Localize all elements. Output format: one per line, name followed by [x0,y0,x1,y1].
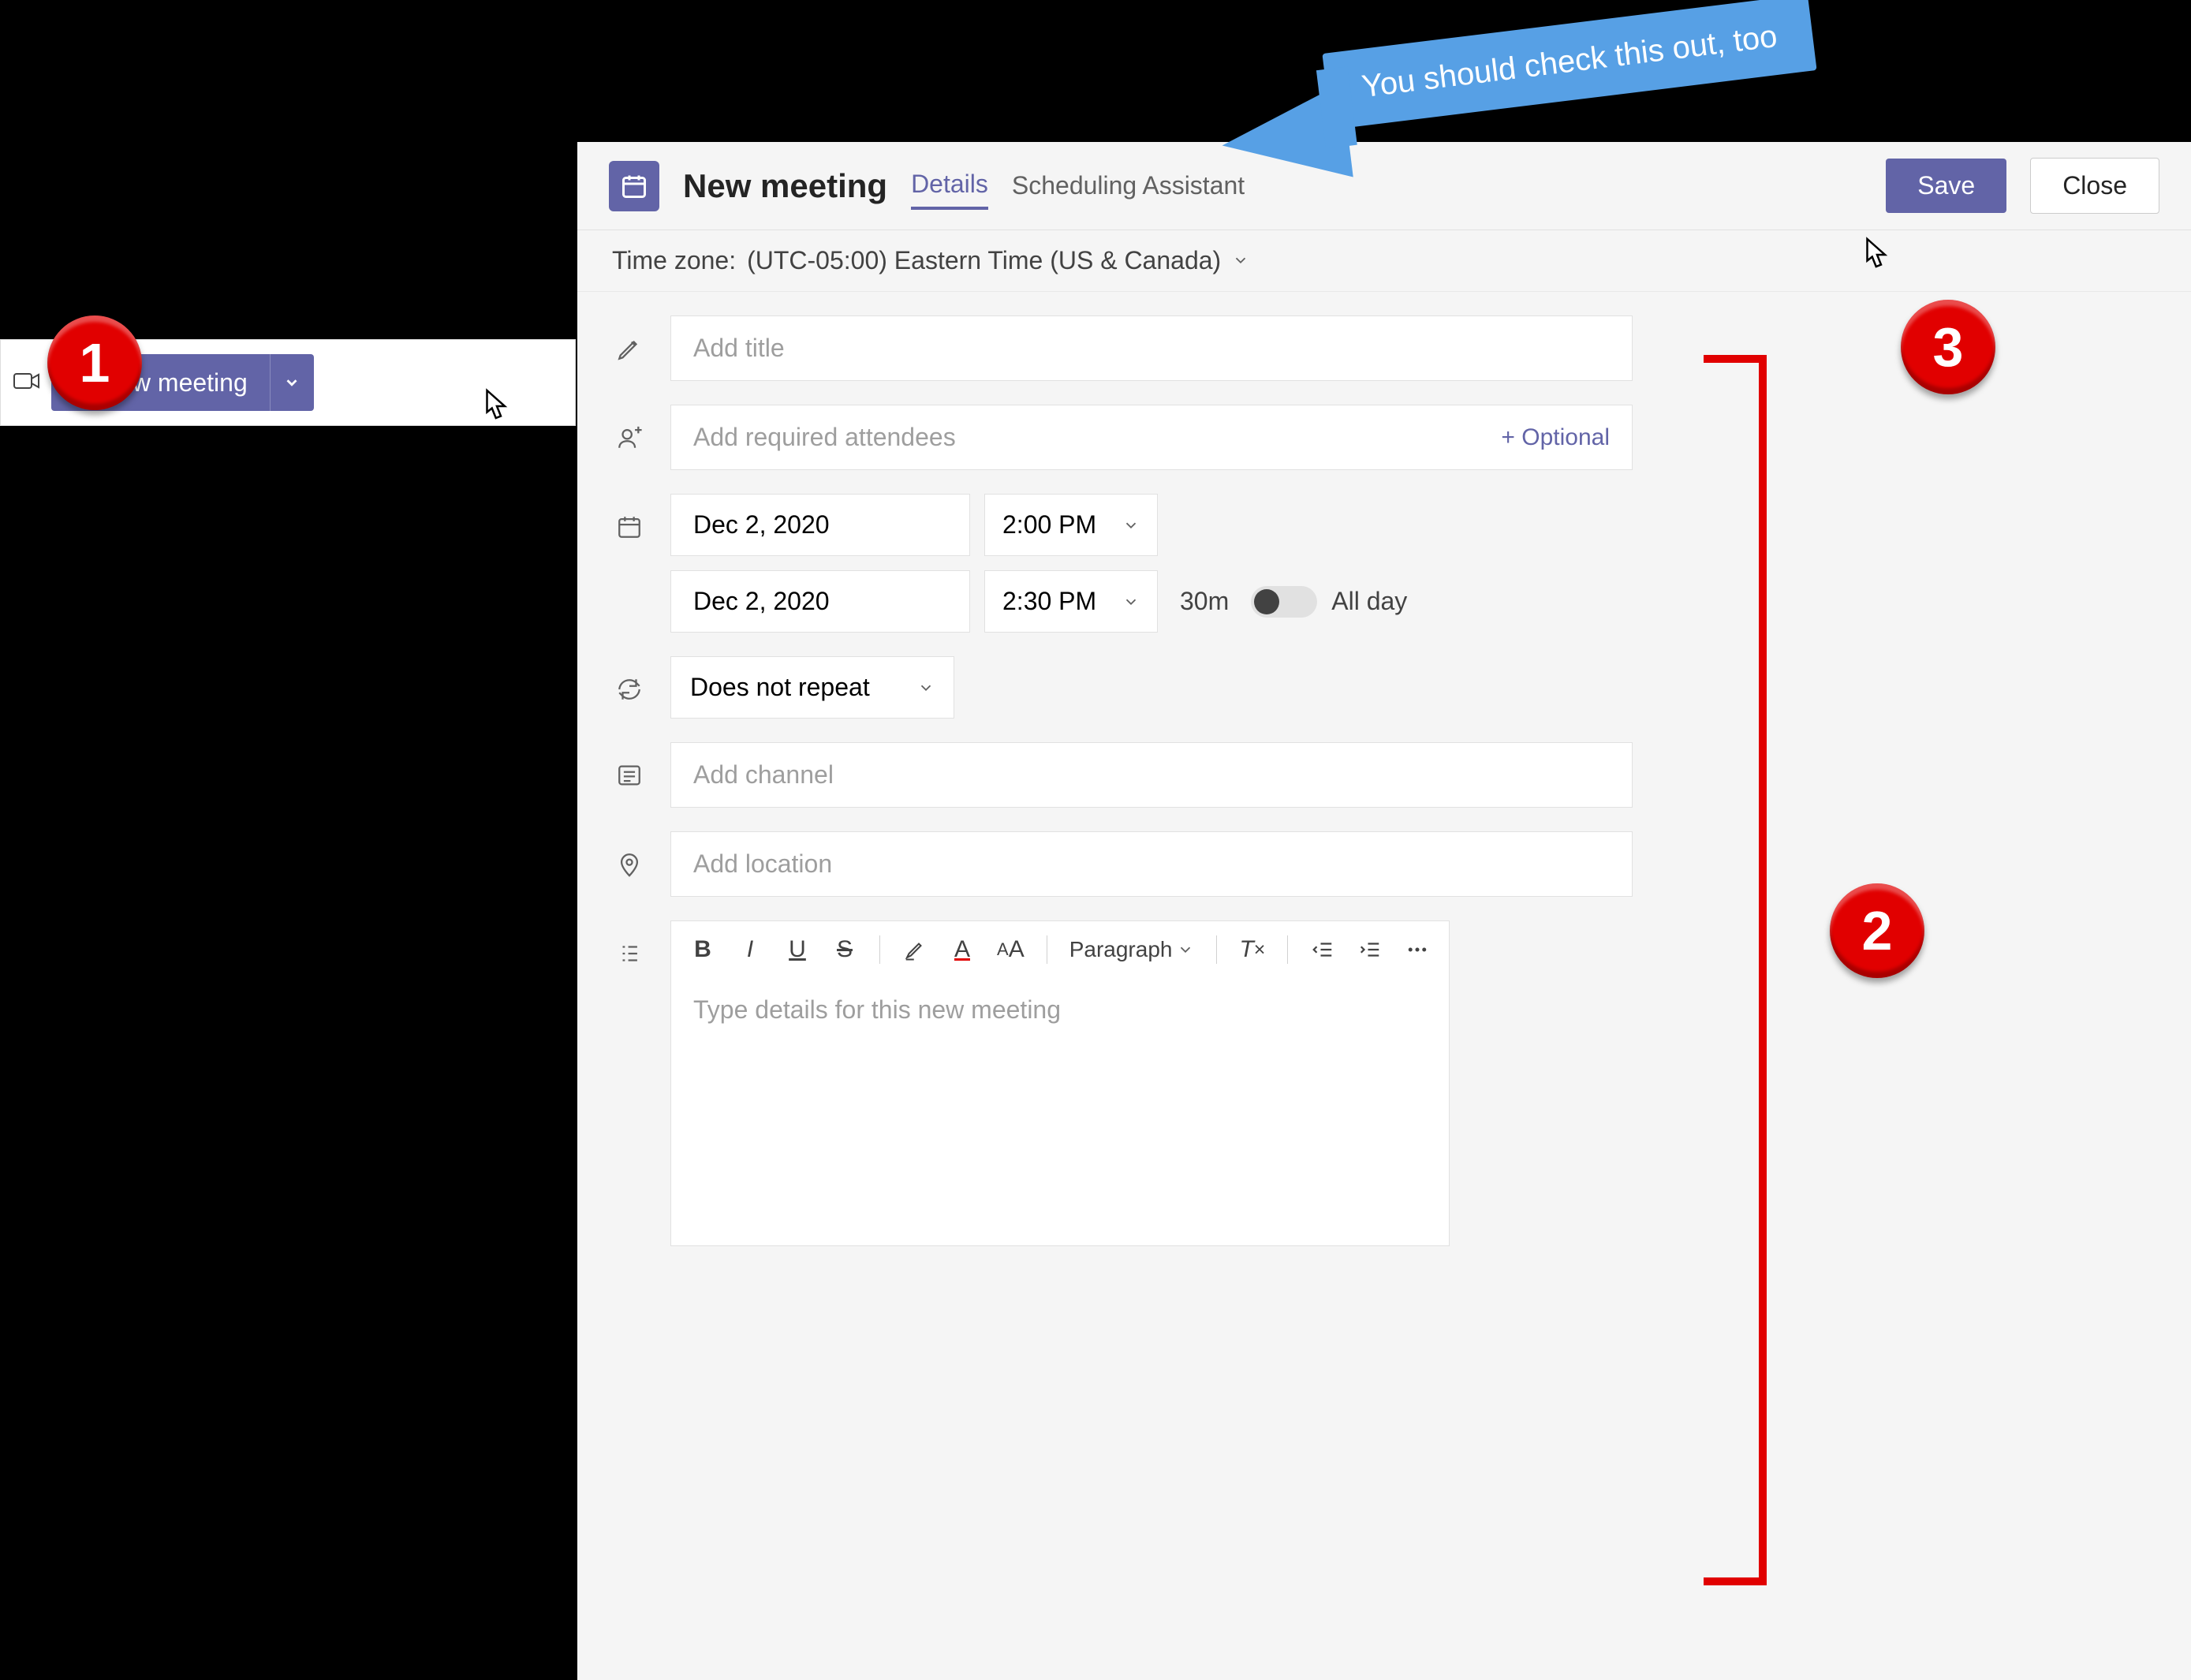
meeting-form: + Optional Dec 2, 2020 2:00 PM Dec 2, 20… [577,292,2191,1270]
clear-format-button[interactable]: T× [1239,936,1265,963]
dialog-title: New meeting [683,167,887,205]
channel-field[interactable] [670,742,1633,808]
location-input[interactable] [693,849,1610,879]
pencil-icon [612,331,647,366]
repeat-select[interactable]: Does not repeat [670,656,954,719]
italic-button[interactable]: I [737,936,763,963]
dialog-header: New meeting Details Scheduling Assistant… [577,142,2191,230]
chevron-down-icon [1232,246,1249,275]
channel-icon [612,758,647,793]
timezone-value: (UTC-05:00) Eastern Time (US & Canada) [747,246,1221,275]
start-date-field[interactable]: Dec 2, 2020 [670,494,970,556]
attendees-input[interactable] [693,423,1501,452]
channel-input[interactable] [693,760,1610,790]
annotation-badge-1: 1 [47,315,142,410]
highlight-button[interactable] [902,938,928,961]
end-time-field[interactable]: 2:30 PM [984,570,1158,633]
start-time-value: 2:00 PM [1002,510,1096,539]
description-icon [612,936,647,971]
annotation-callout: You should check this out, too [1322,0,1816,129]
paragraph-select[interactable]: Paragraph [1069,937,1195,962]
save-button[interactable]: Save [1886,159,2006,213]
calendar-app-icon [609,161,659,211]
close-button[interactable]: Close [2030,158,2159,214]
tab-details[interactable]: Details [911,162,988,210]
annotation-badge-2: 2 [1830,883,1924,978]
all-day-toggle[interactable] [1251,586,1317,618]
chevron-down-icon [917,679,935,696]
datetime-row: Dec 2, 2020 2:00 PM Dec 2, 2020 2:30 PM … [612,494,2156,633]
indent-button[interactable] [1357,938,1383,961]
font-size-button[interactable]: AA [997,936,1025,963]
bold-button[interactable]: B [690,936,715,963]
attendees-field[interactable]: + Optional [670,405,1633,470]
location-field[interactable] [670,831,1633,897]
optional-attendees-link[interactable]: + Optional [1501,424,1610,451]
new-meeting-dropdown[interactable] [270,354,314,411]
description-row: B I U S A AA Paragraph T× [612,920,2156,1246]
attendees-icon [612,420,647,455]
start-time-field[interactable]: 2:00 PM [984,494,1158,556]
rte-toolbar: B I U S A AA Paragraph T× [671,921,1449,978]
cursor-pointer-icon [1853,235,1893,274]
chevron-down-icon [1122,593,1140,610]
strike-button[interactable]: S [832,936,857,963]
all-day-label: All day [1331,587,1407,616]
calendar-icon [612,510,647,544]
more-button[interactable] [1405,938,1430,961]
location-icon [612,847,647,882]
timezone-row[interactable]: Time zone: (UTC-05:00) Eastern Time (US … [577,230,2191,292]
attendees-row: + Optional [612,405,2156,470]
duration-label: 30m [1172,587,1237,616]
title-input[interactable] [693,334,1610,363]
outdent-button[interactable] [1310,938,1335,961]
annotation-badge-3: 3 [1901,300,1995,394]
font-color-button[interactable]: A [950,936,975,963]
tab-scheduling-assistant[interactable]: Scheduling Assistant [1012,163,1245,208]
location-row [612,831,2156,897]
repeat-icon [612,672,647,707]
end-time-value: 2:30 PM [1002,587,1096,616]
meet-now-icon [13,371,40,394]
timezone-label: Time zone: [612,246,736,275]
repeat-row: Does not repeat [612,656,2156,719]
callout-text: You should check this out, too [1322,0,1816,129]
description-editor: B I U S A AA Paragraph T× [670,920,1450,1246]
description-textarea[interactable]: Type details for this new meeting [671,978,1449,1245]
end-date-field[interactable]: Dec 2, 2020 [670,570,970,633]
chevron-down-icon [1122,517,1140,534]
repeat-value: Does not repeat [690,673,870,702]
title-field[interactable] [670,315,1633,381]
annotation-bracket [1704,355,1767,1585]
channel-row [612,742,2156,808]
underline-button[interactable]: U [785,936,810,963]
cursor-pointer-icon [473,386,513,426]
